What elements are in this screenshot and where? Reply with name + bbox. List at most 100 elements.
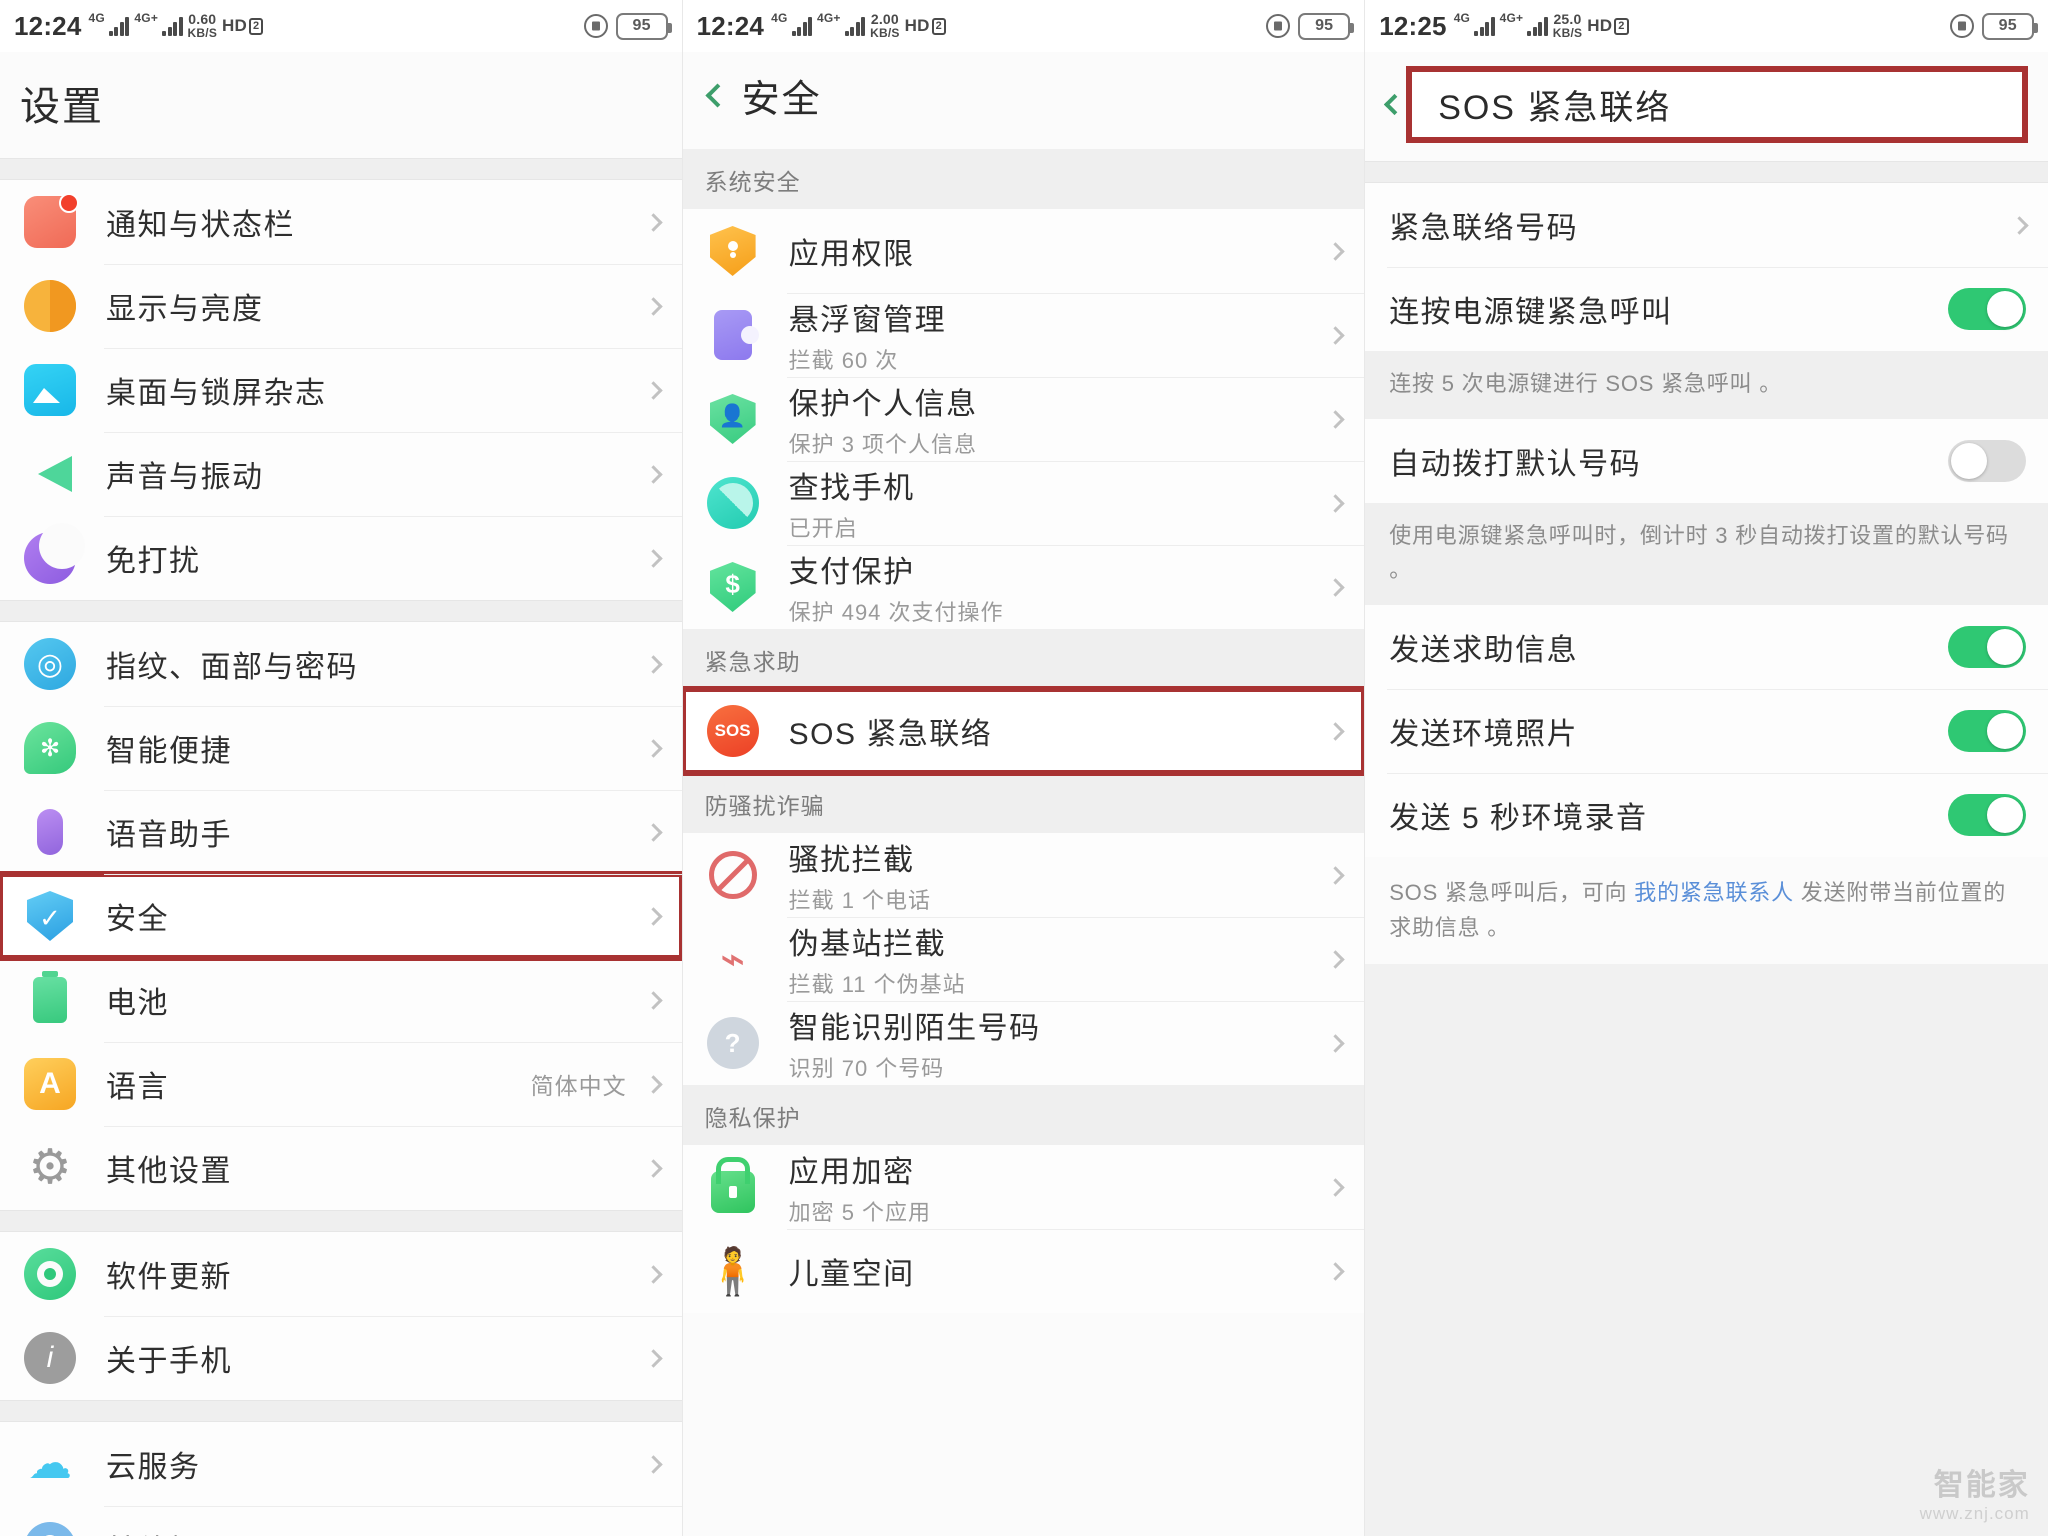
back-icon[interactable]: [705, 83, 730, 108]
sidebar-item-battery[interactable]: 电池: [0, 958, 682, 1042]
auto-dial-toggle[interactable]: [1947, 440, 2026, 483]
power-key-emergency-toggle[interactable]: [1947, 288, 2026, 330]
sidebar-item-fingerprint[interactable]: 指纹、面部与密码: [0, 622, 682, 706]
status-right-1: 95: [583, 12, 672, 40]
chevron-right-icon: [1326, 1177, 1345, 1197]
chevron-right-icon: [643, 1348, 663, 1368]
send-message-toggle[interactable]: [1947, 626, 2026, 669]
row-subtitle: 保护 494 次支付操作: [788, 600, 1004, 625]
sidebar-item-wallpaper[interactable]: 桌面与锁屏杂志: [0, 348, 682, 432]
sidebar-item-voice-assistant[interactable]: 语音助手: [0, 790, 682, 874]
gear-icon: ⚙: [28, 1141, 72, 1194]
network-type-2-label: 4G+: [134, 11, 159, 25]
chevron-right-icon: [643, 1454, 663, 1474]
row-label: 悬浮窗管理: [788, 304, 947, 337]
do-not-disturb-icon: [24, 523, 85, 584]
sos-settings-body: 紧急联络号码 连按电源键紧急呼叫 连按 5 次电源键进行 SOS 紧急呼叫 。 …: [1365, 161, 2048, 1536]
hd-voice-icon: HD 2: [1587, 16, 1629, 36]
sidebar-item-security[interactable]: 安全: [0, 871, 682, 961]
cloud-icon: ☁: [28, 1439, 72, 1488]
row-label: 云服务: [106, 1451, 201, 1484]
list-item-fake-base-station[interactable]: ⌁ 伪基站拦截 拦截 11 个伪基站: [682, 917, 1365, 1001]
sidebar-item-display[interactable]: 显示与亮度: [0, 264, 682, 348]
my-emergency-contacts-link[interactable]: 我的紧急联系人: [1634, 880, 1794, 905]
row-label: 发送 5 秒环境录音: [1389, 802, 1648, 836]
helper-text-power-key: 连按 5 次电源键进行 SOS 紧急呼叫 。: [1365, 351, 2048, 420]
list-item-unknown-number[interactable]: 智能识别陌生号码 识别 70 个号码: [682, 1001, 1365, 1085]
row-label: 应用加密: [788, 1156, 915, 1189]
row-label: 免打扰: [106, 545, 201, 578]
list-item-send-sos-message[interactable]: 发送求助信息: [1365, 605, 2048, 690]
chevron-right-icon: [643, 906, 663, 926]
row-label: 发送环境照片: [1389, 718, 1579, 752]
software-update-icon: [24, 1248, 76, 1300]
list-item-payment-protection[interactable]: 支付保护 保护 494 次支付操作: [682, 545, 1365, 629]
empty-area: [1365, 963, 2048, 1536]
kids-space-icon: 🧍: [703, 1245, 762, 1297]
sidebar-item-dnd[interactable]: 免打扰: [0, 516, 682, 600]
chevron-right-icon: [1326, 241, 1345, 261]
chevron-right-icon: [1326, 1033, 1345, 1053]
sidebar-item-smart-assist[interactable]: 智能便捷: [0, 706, 682, 790]
sidebar-item-other-settings[interactable]: ⚙ 其他设置: [0, 1126, 682, 1210]
chevron-right-icon: [2010, 215, 2029, 235]
chevron-right-icon: [643, 1158, 663, 1178]
row-label: SOS 紧急联络: [788, 718, 993, 751]
sidebar-item-about-phone[interactable]: 关于手机: [0, 1316, 682, 1400]
row-subtitle: 识别 70 个号码: [788, 1056, 945, 1081]
list-item-floating-window[interactable]: 悬浮窗管理 拦截 60 次: [682, 293, 1365, 377]
sidebar-item-cloud[interactable]: ☁ 云服务: [0, 1422, 682, 1506]
sidebar-item-sound[interactable]: 声音与振动: [0, 432, 682, 516]
list-item-sos-emergency-contact[interactable]: SOS 紧急联络: [682, 686, 1365, 776]
row-label: 声音与振动: [106, 461, 264, 494]
row-label: 电池: [106, 987, 169, 1020]
send-photo-toggle[interactable]: [1947, 710, 2026, 753]
block-icon: [707, 849, 759, 901]
back-icon[interactable]: [1384, 93, 1406, 116]
row-label: 通知与状态栏: [106, 209, 295, 242]
list-item-send-audio-recording[interactable]: 发送 5 秒环境录音: [1365, 773, 2048, 858]
signal-bars-2-icon: [1527, 16, 1548, 36]
language-icon: [24, 1058, 76, 1110]
list-item-app-permission[interactable]: 应用权限: [682, 209, 1365, 293]
battery-icon: 95: [1298, 12, 1355, 40]
watermark-brand: 智能家: [1933, 1469, 2030, 1502]
display-icon: [24, 280, 76, 332]
status-time: 12:24: [696, 10, 765, 41]
send-audio-toggle[interactable]: [1947, 794, 2026, 837]
group-divider: [0, 1400, 682, 1422]
network-type-1-label: 4G: [771, 11, 788, 25]
row-label: 其他设置: [106, 1155, 232, 1188]
list-item-app-lock[interactable]: 应用加密 加密 5 个应用: [682, 1145, 1365, 1229]
sidebar-item-notification[interactable]: 通知与状态栏: [0, 180, 682, 264]
list-item-power-key-emergency-call[interactable]: 连按电源键紧急呼叫: [1365, 267, 2048, 351]
row-label: 语音助手: [106, 819, 232, 852]
network-type-1-label: 4G: [88, 11, 105, 25]
watermark-url: www.znj.com: [1919, 1504, 2030, 1523]
status-bar-2: 12:24 4G 4G+ 2.00 KB/S HD 2 95: [682, 0, 1365, 52]
chevron-right-icon: [643, 738, 663, 758]
sos-footnote: SOS 紧急呼叫后，可向 我的紧急联系人 发送附带当前位置的求助信息 。: [1365, 857, 2048, 964]
sidebar-item-language[interactable]: 语言 简体中文: [0, 1042, 682, 1126]
list-item-kids-space[interactable]: 🧍 儿童空间: [682, 1229, 1365, 1313]
list-item-find-phone[interactable]: 查找手机 已开启: [682, 461, 1365, 545]
list-item-harassment-block[interactable]: 骚扰拦截 拦截 1 个电话: [682, 833, 1365, 917]
section-header-privacy: 隐私保护: [682, 1085, 1365, 1145]
list-item-emergency-number[interactable]: 紧急联络号码: [1365, 183, 2048, 267]
battery-icon: 95: [1981, 12, 2038, 40]
sidebar-item-software-update[interactable]: 软件更新: [0, 1232, 682, 1316]
list-item-send-environment-photo[interactable]: 发送环境照片: [1365, 689, 2048, 774]
chevron-right-icon: [643, 464, 663, 484]
chevron-right-icon: [643, 296, 663, 316]
three-panel-screenshot: 12:24 4G 4G+ 0.60 KB/S HD 2 95 设置 通知与状态栏…: [0, 0, 2048, 1536]
signal-bars-1-icon: [791, 16, 813, 36]
sidebar-item-other-account[interactable]: 其他帐号: [0, 1506, 682, 1536]
row-subtitle: 拦截 11 个伪基站: [788, 972, 966, 997]
status-right-2: 95: [1266, 12, 1355, 40]
list-item-auto-dial-default[interactable]: 自动拨打默认号码: [1365, 419, 2048, 504]
fake-base-station-icon: ⌁: [719, 935, 746, 982]
list-item-personal-info[interactable]: 保护个人信息 保护 3 项个人信息: [682, 377, 1365, 461]
group-divider: [1365, 161, 2048, 183]
chevron-right-icon: [643, 654, 663, 674]
chevron-right-icon: [643, 380, 663, 400]
